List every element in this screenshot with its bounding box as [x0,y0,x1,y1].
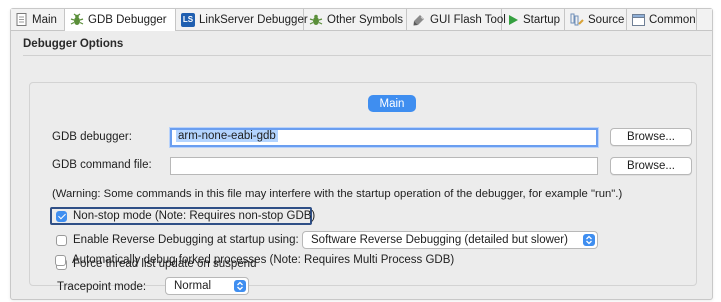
gdb-command-file-label: GDB command file: [52,159,152,171]
tracepoint-mode-label: Tracepoint mode: [57,281,147,293]
source-icon [570,13,584,25]
tab-gdb-debugger[interactable]: GDB Debugger [65,9,176,31]
tab-linkserver-label: LinkServer Debugger [199,13,308,26]
gdb-debugger-input[interactable]: arm-none-eabi-gdb [170,128,598,147]
reverse-debugging-label: Enable Reverse Debugging at startup usin… [73,234,299,246]
tab-main[interactable]: Main [11,9,65,30]
auto-debug-forked-checkbox[interactable] [55,254,66,266]
common-icon [632,13,645,26]
tracepoint-mode-value: Normal [174,280,212,292]
gui-flash-tool-icon [413,14,424,25]
tab-startup[interactable]: Startup [502,9,565,30]
chevron-updown-icon [234,280,246,292]
tab-source[interactable]: Source [565,9,627,30]
tracepoint-mode-select[interactable]: Normal [165,277,249,295]
tab-gui-flash-tool-label: GUI Flash Tool [430,13,506,26]
tab-main-label: Main [32,13,57,26]
auto-debug-forked-option[interactable]: Automatically debug forked processes (No… [55,254,454,266]
tab-source-label: Source [588,13,625,26]
tab-common[interactable]: Common [627,9,697,30]
gdb-debugger-value: arm-none-eabi-gdb [176,130,278,142]
gdb-debugger-browse-button[interactable]: Browse... [610,128,692,146]
tab-common-label: Common [649,13,696,26]
tab-gui-flash-tool[interactable]: GUI Flash Tool [407,9,506,30]
warning-text: (Warning: Some commands in this file may… [52,188,623,200]
gdb-command-file-browse-button[interactable]: Browse... [610,157,692,175]
launch-config-dialog: Main GDB Debugger LS LinkServer Debugger… [10,8,713,300]
reverse-debugging-option[interactable]: Enable Reverse Debugging at startup usin… [56,234,299,246]
other-symbols-icon [309,14,323,25]
auto-debug-forked-label: Automatically debug forked processes (No… [72,254,455,266]
startup-play-icon [509,14,518,25]
tab-linkserver-debugger[interactable]: LS LinkServer Debugger [176,9,308,30]
tab-other-symbols[interactable]: Other Symbols [304,9,407,30]
tab-bar: Main GDB Debugger LS LinkServer Debugger… [11,9,712,31]
reverse-method-value: Software Reverse Debugging (detailed but… [311,234,568,246]
debugger-options-panel: Main GDB debugger: arm-none-eabi-gdb Bro… [23,55,711,295]
tab-other-symbols-label: Other Symbols [327,13,404,26]
reverse-method-select[interactable]: Software Reverse Debugging (detailed but… [302,231,598,249]
linkserver-ls-icon: LS [181,12,195,27]
tab-gdb-debugger-label: GDB Debugger [88,14,167,26]
section-title: Debugger Options [23,38,124,50]
non-stop-mode-checkbox[interactable] [56,210,67,222]
main-group-title: Main [368,95,416,112]
gdb-command-file-input[interactable] [170,157,598,175]
gdb-debugger-icon [70,13,84,25]
non-stop-mode-label: Non-stop mode (Note: Requires non-stop G… [73,210,316,222]
gdb-debugger-label: GDB debugger: [52,131,132,143]
chevron-updown-icon [583,234,595,246]
reverse-debugging-checkbox[interactable] [56,234,67,246]
main-page-icon [16,13,27,26]
non-stop-mode-option[interactable]: Non-stop mode (Note: Requires non-stop G… [56,210,315,222]
tab-startup-label: Startup [523,13,561,26]
